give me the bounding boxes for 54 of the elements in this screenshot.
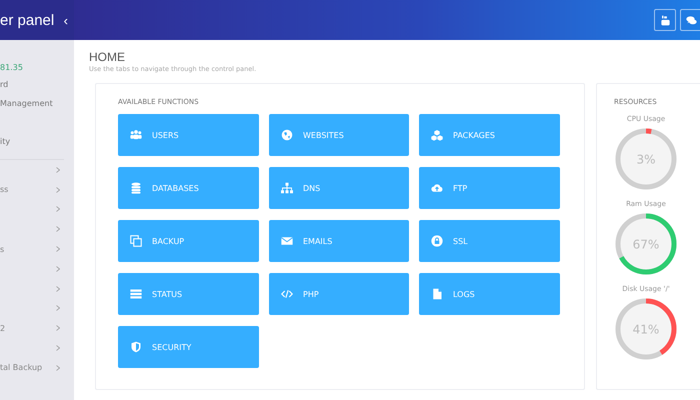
gauge-drawing: 67% — [614, 212, 678, 276]
database-icon — [130, 182, 142, 194]
chevron-icon[interactable] — [56, 266, 60, 272]
file-icon — [431, 288, 443, 300]
shield-icon — [130, 341, 142, 353]
globe-icon — [281, 129, 293, 141]
header-button[interactable] — [654, 9, 676, 31]
chevron-icon[interactable] — [56, 286, 60, 292]
copy-icon — [130, 235, 142, 247]
function-button[interactable]: PACKAGES — [419, 114, 560, 156]
sidebar-item[interactable]: s — [0, 244, 4, 254]
function-button[interactable]: PHP — [269, 273, 409, 315]
sidebar-item[interactable]: ss — [0, 185, 8, 194]
chevron-icon[interactable] — [56, 345, 60, 352]
chevron-icon[interactable] — [56, 325, 60, 332]
cubes-icon — [431, 129, 443, 141]
chevron-icon[interactable] — [56, 364, 60, 371]
function-button[interactable]: SECURITY — [118, 326, 259, 368]
function-button[interactable]: BACKUP — [118, 220, 259, 262]
gauge-drawing: 3% — [614, 127, 678, 191]
sitemap-icon — [281, 182, 293, 194]
chevron-icon[interactable] — [56, 246, 60, 252]
page-title: HOME — [89, 50, 126, 64]
chevron-icon[interactable] — [56, 206, 60, 212]
sidebar-item[interactable]: 2 — [0, 324, 6, 333]
chevron-icon[interactable] — [56, 305, 60, 312]
users-icon — [130, 129, 142, 141]
function-button[interactable]: EMAILS — [269, 220, 409, 262]
function-button[interactable]: WEBSITES — [269, 114, 409, 156]
sidebar-item[interactable]: rd — [0, 75, 74, 94]
function-button[interactable]: FTP — [419, 167, 560, 209]
function-button[interactable]: DNS — [269, 167, 409, 209]
header-button[interactable] — [680, 9, 700, 31]
chevron-icon[interactable] — [56, 166, 60, 173]
collapse-button[interactable]: ‹ — [64, 12, 68, 28]
function-button[interactable]: SSL — [419, 220, 560, 262]
cloud-upload-icon — [431, 182, 443, 194]
function-button[interactable]: STATUS — [118, 273, 259, 315]
code-icon — [281, 288, 293, 300]
server-icon — [130, 288, 142, 300]
lock-icon — [431, 235, 443, 247]
brand-name: er panel — [0, 12, 54, 28]
balance-text: 81.35 — [0, 62, 24, 74]
function-button[interactable]: LOGS — [419, 273, 560, 315]
sidebar-item[interactable]: ity — [0, 132, 74, 151]
chevron-icon[interactable] — [56, 186, 60, 193]
function-button[interactable]: USERS — [118, 114, 259, 156]
chevron-icon[interactable] — [56, 226, 60, 232]
chat-icon — [686, 14, 696, 26]
gauge-drawing: 41% — [614, 297, 678, 361]
function-button[interactable]: DATABASES — [118, 167, 259, 209]
sidebar-item[interactable]: tal Backup — [0, 363, 42, 372]
envelope-icon — [281, 235, 293, 247]
sidebar-item[interactable]: Management — [0, 94, 74, 113]
